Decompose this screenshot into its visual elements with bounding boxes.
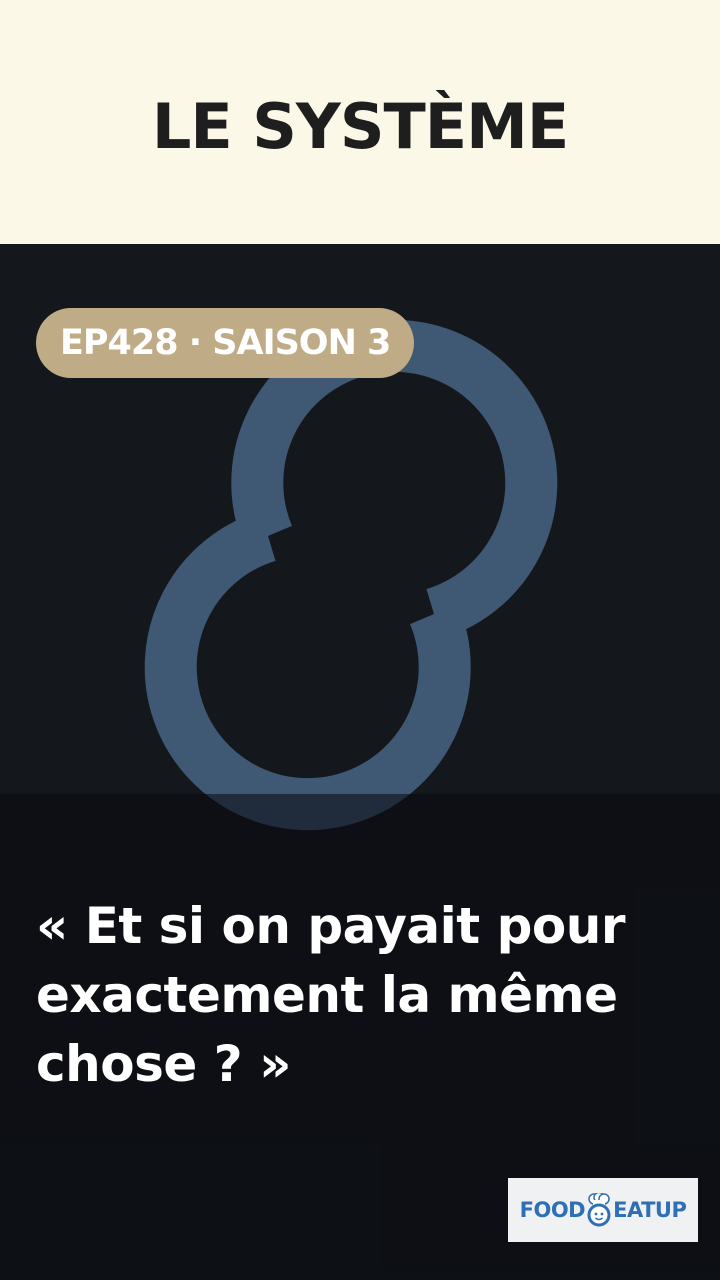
chef-hat-icon: [587, 1193, 611, 1227]
page-title: LE SYSTÈME: [151, 89, 569, 163]
episode-badge: EP428 · SAISON 3: [36, 308, 415, 378]
brand-name-left: FOOD: [519, 1198, 586, 1222]
header-banner: LE SYSTÈME: [0, 0, 720, 244]
main-visual: EP428 · SAISON 3 « Et si on payait pour …: [0, 244, 720, 1280]
episode-badge-label: EP428 · SAISON 3: [60, 323, 391, 363]
brand-logo: FOOD EATUP: [508, 1178, 698, 1242]
brand-name-right: EATUP: [613, 1198, 687, 1222]
quote-text: « Et si on payait pour exactement la mêm…: [36, 897, 626, 1093]
brand-wordmark: FOOD EATUP: [520, 1193, 687, 1227]
